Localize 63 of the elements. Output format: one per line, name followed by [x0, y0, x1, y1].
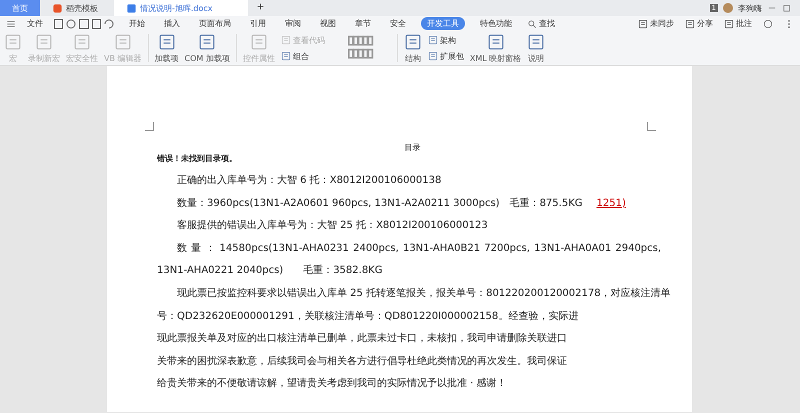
restore-icon	[782, 3, 792, 13]
menu-icon	[6, 18, 16, 28]
document-icon	[198, 32, 216, 50]
document-heading: 目录	[404, 142, 422, 153]
document-icon	[4, 32, 22, 50]
document-icon	[428, 35, 438, 45]
paragraph-line: 数量：3960pcs(13N1-A2A0601 960pcs, 13N1-A2A0211 3000pcs) 毛重：875.5KG	[177, 196, 583, 211]
menu-tab[interactable]: 开始	[125, 17, 149, 30]
menu-tab[interactable]: 页面布局	[195, 17, 235, 30]
search-icon	[527, 18, 537, 28]
ribbon-button[interactable]: 组合	[280, 50, 325, 62]
menu-tab[interactable]: 开发工具	[421, 17, 465, 30]
menu-tab[interactable]: 视图	[316, 17, 340, 30]
document-icon	[280, 35, 291, 45]
document-icon	[35, 32, 53, 50]
document-icon	[486, 32, 505, 50]
menu-tab[interactable]: 章节	[351, 17, 375, 30]
paragraph-line: 关带来的困扰深表歉意，后续我司会与相关各方进行倡导杜绝此类情况的再次发生。我司保证	[157, 354, 568, 369]
document-icon	[126, 2, 137, 14]
paragraph-line: 客服提供的错误出入库单号为：大智 25 托：X8012I200106000123	[176, 218, 489, 234]
document-icon	[73, 32, 91, 50]
document-icon	[724, 18, 734, 28]
document-icon	[527, 32, 546, 50]
toolbar-icons-drawing	[54, 18, 114, 28]
search-button[interactable]: 查找	[527, 18, 555, 29]
toolbar-button[interactable]: 未同步	[638, 18, 674, 29]
revision-text: 1251)	[596, 196, 626, 211]
paragraph-line: 现此票报关单及对应的出口核注清单已删单，此票未过卡口，未核扣，我司申请删除关联进口	[157, 332, 568, 346]
tab[interactable]: 稻壳模板	[40, 0, 114, 16]
tab[interactable]: 情况说明-旭晖.docx	[114, 0, 248, 16]
document-icon	[685, 18, 695, 28]
menu-tab[interactable]: 引用	[246, 17, 270, 30]
paragraph-line: 给贵关带来的不便敬请谅解，望请贵关考虑到我司的实际情况予以批准 · 感谢！	[157, 376, 508, 392]
document-icon	[428, 51, 438, 61]
error-text: 错误！未找到目录项。	[157, 153, 238, 164]
document-icon	[638, 18, 648, 28]
menu-tab[interactable]: 安全	[386, 17, 410, 30]
ribbon-button[interactable]: 扩展包	[428, 50, 464, 62]
ribbon-button[interactable]: 说明	[527, 32, 546, 64]
paragraph-line: 正确的出入库单号为：大智 6 托：X8012I200106000138	[176, 174, 442, 188]
menu-tab[interactable]: 特色功能	[476, 17, 516, 30]
document-icon	[280, 51, 291, 61]
menu-tab[interactable]: 插入	[160, 17, 184, 30]
paragraph-line: 号：QD232620E000001291，关联核注清单号：QD801220I000002158。经查验，实际进	[157, 310, 580, 324]
paragraph-line: 现此票已按监控科要求以错误出入库单 25 托转逐笔报关，报关单号：801220200120002178，对应核注清单	[176, 286, 672, 301]
document-icon	[250, 32, 268, 50]
avatar-circle[interactable]	[723, 3, 733, 13]
user-name[interactable]: 李狗嗨	[738, 2, 762, 14]
paragraph-line: 数 量 ： 14580pcs(13N1-AHA0231 2400pcs, 13N1-AHA0B21 7200pcs, 13N1-AHA0A01 2940pcs,	[176, 242, 662, 256]
plus-icon	[256, 2, 265, 11]
toolbar-button[interactable]: 批注	[724, 18, 752, 29]
toolbar-button[interactable]: 分享	[685, 18, 713, 29]
ribbon-button[interactable]: 架构	[428, 34, 464, 46]
document-icon	[114, 32, 132, 50]
ribbon-button[interactable]: 结构	[404, 32, 422, 64]
menu-tab[interactable]: 审阅	[281, 17, 305, 30]
ribbon-button[interactable]: XML 映射窗格	[470, 32, 522, 64]
ribbon-button[interactable]: 加载项	[154, 32, 179, 64]
document-icon	[404, 32, 422, 50]
ribbon-button[interactable]: COM 加载项	[184, 32, 230, 64]
document-icon	[158, 32, 176, 50]
paragraph-line: 13N1-AHA0221 2040pcs) 毛重：3582.8KG	[157, 264, 384, 278]
file-menu[interactable]: 文件	[27, 18, 43, 29]
